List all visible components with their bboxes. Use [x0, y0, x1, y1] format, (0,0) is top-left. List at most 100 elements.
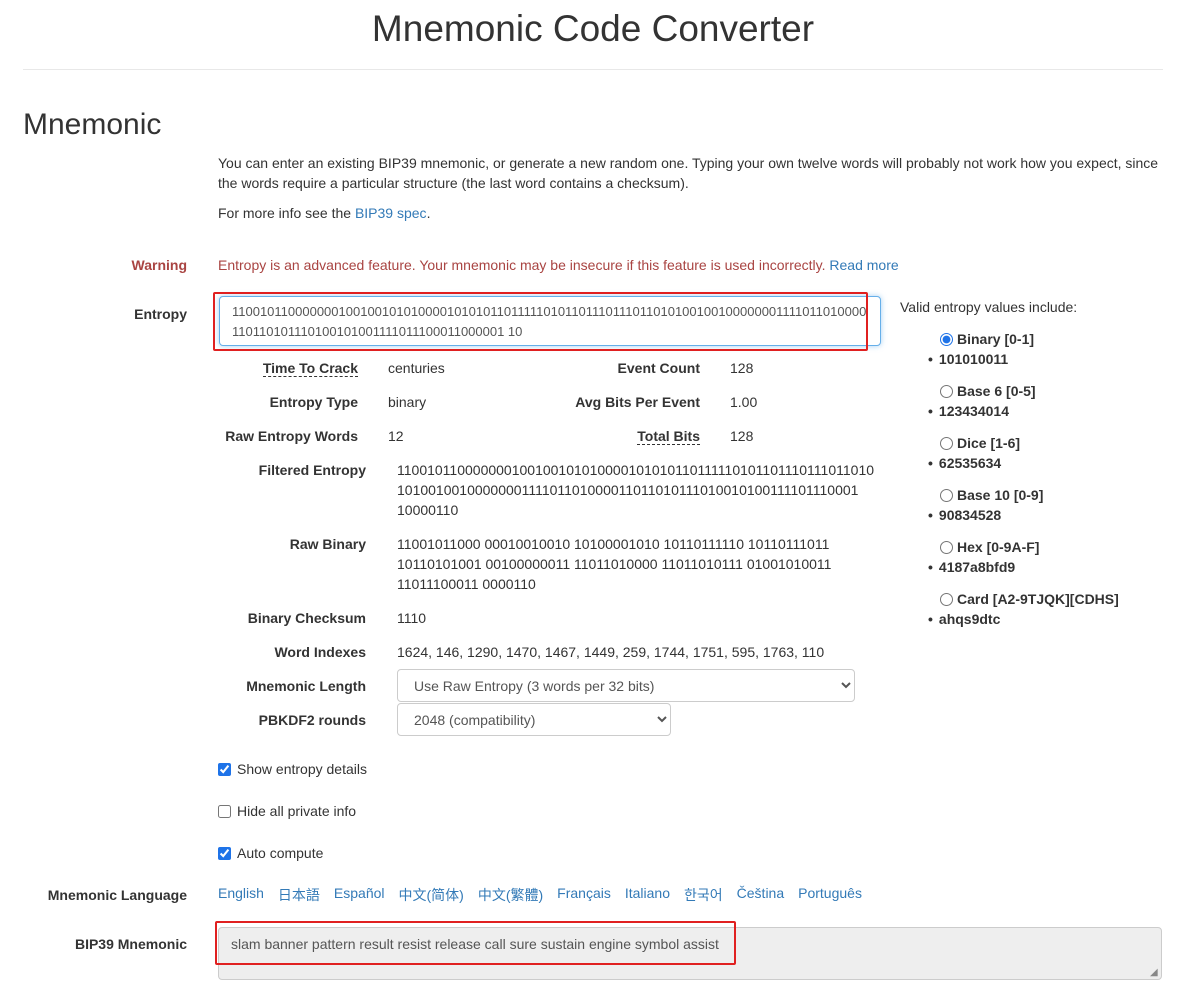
language-french[interactable]: Français	[557, 885, 611, 905]
word-indexes-value: 1624, 146, 1290, 1470, 1467, 1449, 259, …	[397, 644, 825, 660]
mnemonic-language-label: Mnemonic Language	[47, 887, 187, 903]
bip39-mnemonic-textarea[interactable]: slam banner pattern result resist releas…	[218, 927, 1162, 980]
filtered-line-2: 1010010010000000111101101000011011010111…	[397, 482, 859, 498]
warning-text: Entropy is an advanced feature. Your mne…	[218, 257, 899, 273]
entropy-input[interactable]: 1100101100000001001001010100001010101101…	[219, 296, 881, 346]
card-example: ahqs9dtc	[928, 611, 1000, 627]
section-title: Mnemonic	[23, 108, 162, 141]
language-korean[interactable]: 한국어	[684, 885, 723, 905]
hide-private-checkbox[interactable]	[218, 804, 231, 818]
time-to-crack-label-text: Time To Crack	[262, 360, 358, 377]
language-chinese-simplified[interactable]: 中文(简体)	[399, 885, 464, 905]
header-divider	[23, 69, 1163, 70]
intro-line-1: You can enter an existing BIP39 mnemonic…	[218, 155, 1159, 171]
base6-radio[interactable]	[940, 384, 953, 398]
base6-radio-label: Base 6 [0-5]	[957, 383, 1036, 399]
bip39-spec-link[interactable]: BIP39 spec	[355, 205, 427, 221]
read-more-link[interactable]: Read more	[829, 257, 898, 273]
show-entropy-label: Show entropy details	[237, 761, 367, 777]
pbkdf2-label: PBKDF2 rounds	[258, 712, 366, 728]
raw-binary-line-1: 11001011000 00010010010 10100001010 1011…	[397, 536, 830, 552]
card-radio-label: Card [A2-9TJQK][CDHS]	[957, 591, 1119, 607]
raw-binary-label: Raw Binary	[289, 536, 366, 552]
entropy-type-value: binary	[388, 394, 427, 410]
bip39-mnemonic-value: slam banner pattern result resist releas…	[231, 936, 719, 952]
hex-example: 4187a8bfd9	[928, 559, 1015, 575]
raw-binary-value: 11001011000 00010010010 10100001010 1011…	[397, 534, 857, 594]
entropy-type-base6[interactable]: Base 6 [0-5]	[940, 383, 1036, 399]
total-bits-value: 128	[730, 428, 754, 444]
raw-binary-line-2: 10110101001 00100000011 11011010000 1101…	[397, 556, 832, 572]
hex-radio-label: Hex [0-9A-F]	[957, 539, 1040, 555]
word-indexes-label: Word Indexes	[274, 644, 366, 660]
warning-message: Entropy is an advanced feature. Your mne…	[218, 257, 826, 273]
show-entropy-checkbox[interactable]	[218, 762, 231, 776]
entropy-label: Entropy	[134, 306, 187, 322]
time-to-crack-label: Time To Crack	[200, 360, 358, 377]
page: Mnemonic Code Converter Mnemonic You can…	[0, 0, 1201, 1006]
base10-radio-label: Base 10 [0-9]	[957, 487, 1044, 503]
auto-compute-checkbox[interactable]	[218, 846, 231, 860]
raw-binary-line-3: 11011100011 0000110	[397, 576, 536, 592]
filtered-line-1: 1100101100000001001001010100001010101101…	[397, 462, 875, 478]
page-title: Mnemonic Code Converter	[371, 8, 815, 49]
language-spanish[interactable]: Español	[334, 885, 385, 905]
mnemonic-length-select[interactable]: Use Raw Entropy (3 words per 32 bits)	[397, 669, 855, 702]
filtered-entropy-value: 1100101100000001001001010100001010101101…	[397, 460, 874, 520]
hide-private-label: Hide all private info	[237, 803, 357, 819]
base6-example: 123434014	[928, 403, 1009, 419]
language-japanese[interactable]: 日本語	[278, 885, 320, 905]
dice-radio[interactable]	[940, 436, 953, 450]
time-to-crack-value: centuries	[388, 360, 445, 376]
filtered-line-3: 10000110	[397, 502, 459, 518]
card-radio[interactable]	[940, 592, 953, 606]
base10-radio[interactable]	[940, 488, 953, 502]
entropy-value: 1100101100000001001001010100001010101101…	[232, 304, 867, 339]
entropy-type-label: Entropy Type	[269, 394, 358, 410]
entropy-type-card[interactable]: Card [A2-9TJQK][CDHS]	[940, 591, 1119, 607]
entropy-type-dice[interactable]: Dice [1-6]	[940, 435, 1020, 451]
binary-checksum-label: Binary Checksum	[247, 610, 366, 626]
filtered-entropy-label: Filtered Entropy	[258, 462, 366, 478]
warning-label: Warning	[131, 257, 187, 273]
language-list: English 日本語 Español 中文(简体) 中文(繁體) França…	[218, 885, 862, 905]
show-entropy-option[interactable]: Show entropy details	[218, 761, 367, 777]
raw-words-value: 12	[388, 428, 404, 444]
resize-handle-icon[interactable]: ◢	[1150, 967, 1160, 978]
total-bits-label: Total Bits	[560, 428, 700, 445]
binary-example: 101010011	[928, 351, 1008, 367]
more-info-prefix: For more info see the	[218, 205, 355, 221]
valid-entropy-title: Valid entropy values include:	[900, 299, 1078, 315]
event-count-value: 128	[730, 360, 754, 376]
binary-radio-label: Binary [0-1]	[957, 331, 1035, 347]
entropy-type-binary[interactable]: Binary [0-1]	[940, 331, 1034, 347]
raw-words-label: Raw Entropy Words	[225, 428, 358, 444]
event-count-label: Event Count	[617, 360, 700, 376]
mnemonic-length-label: Mnemonic Length	[246, 678, 366, 694]
hide-private-option[interactable]: Hide all private info	[218, 803, 356, 819]
total-bits-label-text: Total Bits	[637, 428, 700, 445]
intro-text: You can enter an existing BIP39 mnemonic…	[218, 153, 1163, 193]
avg-bits-value: 1.00	[730, 394, 758, 410]
language-portuguese[interactable]: Português	[798, 885, 862, 905]
entropy-type-hex[interactable]: Hex [0-9A-F]	[940, 539, 1039, 555]
dice-example: 62535634	[928, 455, 1001, 471]
pbkdf2-select[interactable]: 2048 (compatibility)	[397, 703, 671, 736]
entropy-type-base10[interactable]: Base 10 [0-9]	[940, 487, 1043, 503]
language-chinese-traditional[interactable]: 中文(繁體)	[478, 885, 543, 905]
language-czech[interactable]: Čeština	[737, 885, 784, 905]
language-italian[interactable]: Italiano	[625, 885, 670, 905]
binary-checksum-value: 1110	[397, 610, 427, 626]
base10-example: 90834528	[928, 507, 1001, 523]
more-info-suffix: .	[426, 205, 431, 221]
auto-compute-option[interactable]: Auto compute	[218, 845, 323, 861]
intro-line-2: the words require a particular structure…	[218, 175, 689, 191]
language-english[interactable]: English	[218, 885, 264, 905]
more-info: For more info see the BIP39 spec.	[218, 203, 1163, 223]
auto-compute-label: Auto compute	[237, 845, 324, 861]
binary-radio[interactable]	[940, 332, 953, 346]
dice-radio-label: Dice [1-6]	[957, 435, 1021, 451]
bip39-mnemonic-label: BIP39 Mnemonic	[74, 936, 187, 952]
hex-radio[interactable]	[940, 540, 953, 554]
avg-bits-label: Avg Bits Per Event	[575, 394, 700, 410]
